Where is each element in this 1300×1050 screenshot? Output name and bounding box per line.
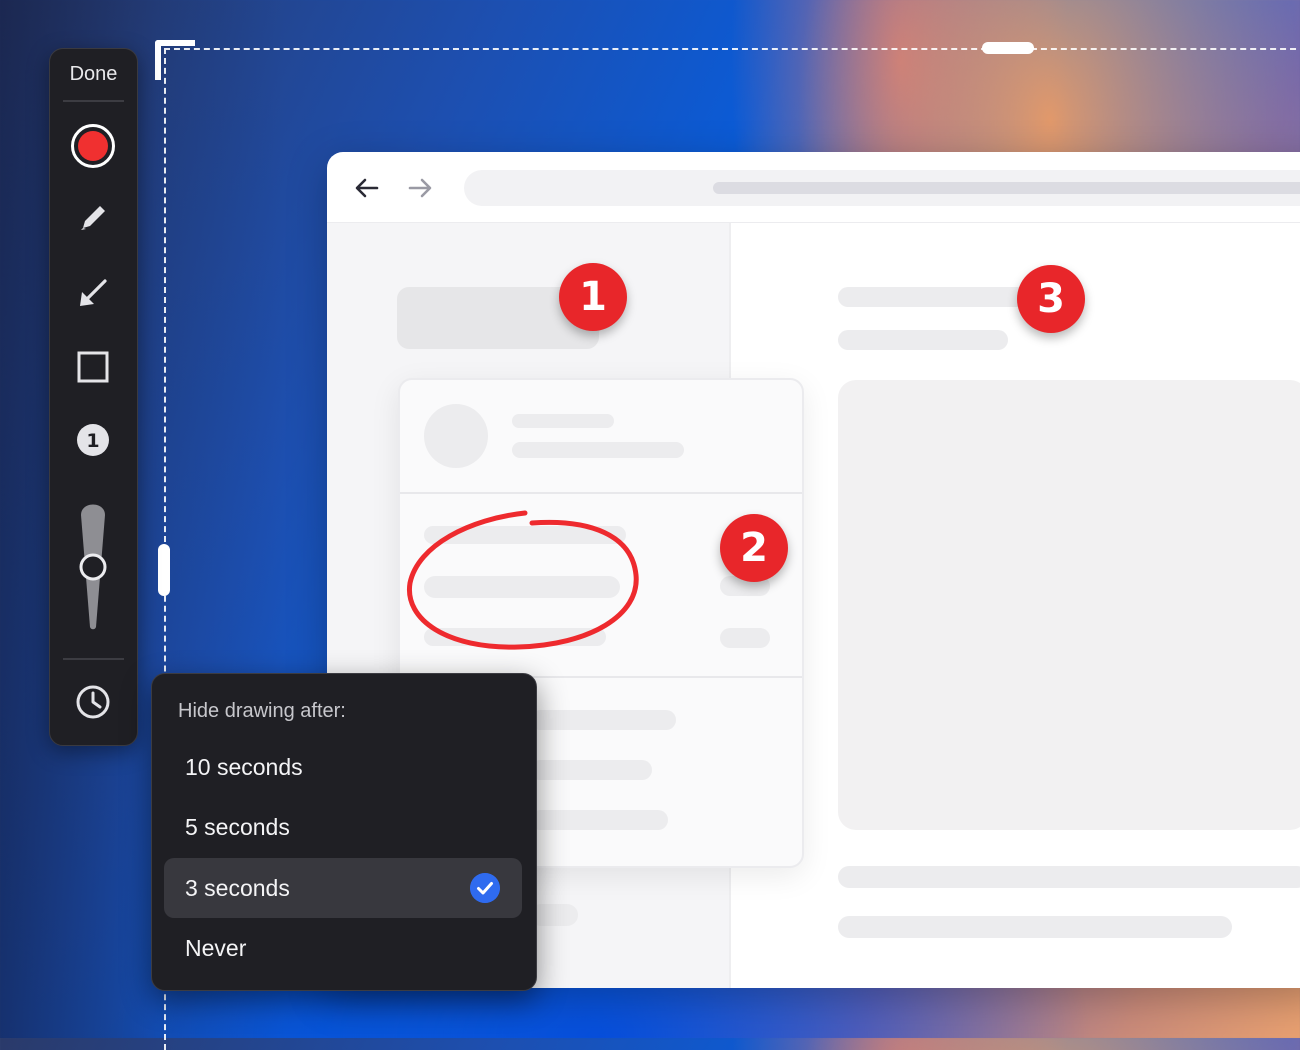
clock-icon[interactable] — [73, 682, 113, 722]
palette-divider — [63, 658, 124, 660]
record-dot-icon[interactable] — [70, 123, 116, 169]
option-5-seconds[interactable]: 5 seconds — [164, 797, 522, 857]
number-badge-icon[interactable]: 1 — [73, 420, 113, 460]
checkmark-icon — [470, 873, 500, 903]
option-label: 10 seconds — [185, 754, 303, 780]
stroke-size-slider[interactable] — [76, 499, 110, 631]
drawing-palette: Done 1 — [49, 48, 138, 746]
pencil-icon[interactable] — [73, 197, 113, 237]
option-10-seconds[interactable]: 10 seconds — [164, 737, 522, 797]
done-button[interactable]: Done — [50, 63, 137, 86]
option-label: 3 seconds — [185, 875, 290, 901]
hide-drawing-menu: Hide drawing after: 10 seconds 5 seconds… — [151, 673, 537, 991]
option-never[interactable]: Never — [164, 918, 522, 978]
selection-corner-handle[interactable] — [155, 40, 195, 80]
option-label: Never — [185, 935, 247, 961]
selection-top-handle[interactable] — [982, 42, 1034, 54]
palette-divider — [63, 100, 124, 102]
selection-left-handle[interactable] — [158, 544, 170, 596]
rectangle-icon[interactable] — [73, 347, 113, 387]
menu-title: Hide drawing after: — [178, 700, 346, 722]
option-label: 5 seconds — [185, 814, 290, 840]
option-3-seconds[interactable]: 3 seconds — [164, 858, 522, 918]
svg-text:1: 1 — [86, 430, 99, 452]
arrow-icon[interactable] — [73, 273, 113, 313]
